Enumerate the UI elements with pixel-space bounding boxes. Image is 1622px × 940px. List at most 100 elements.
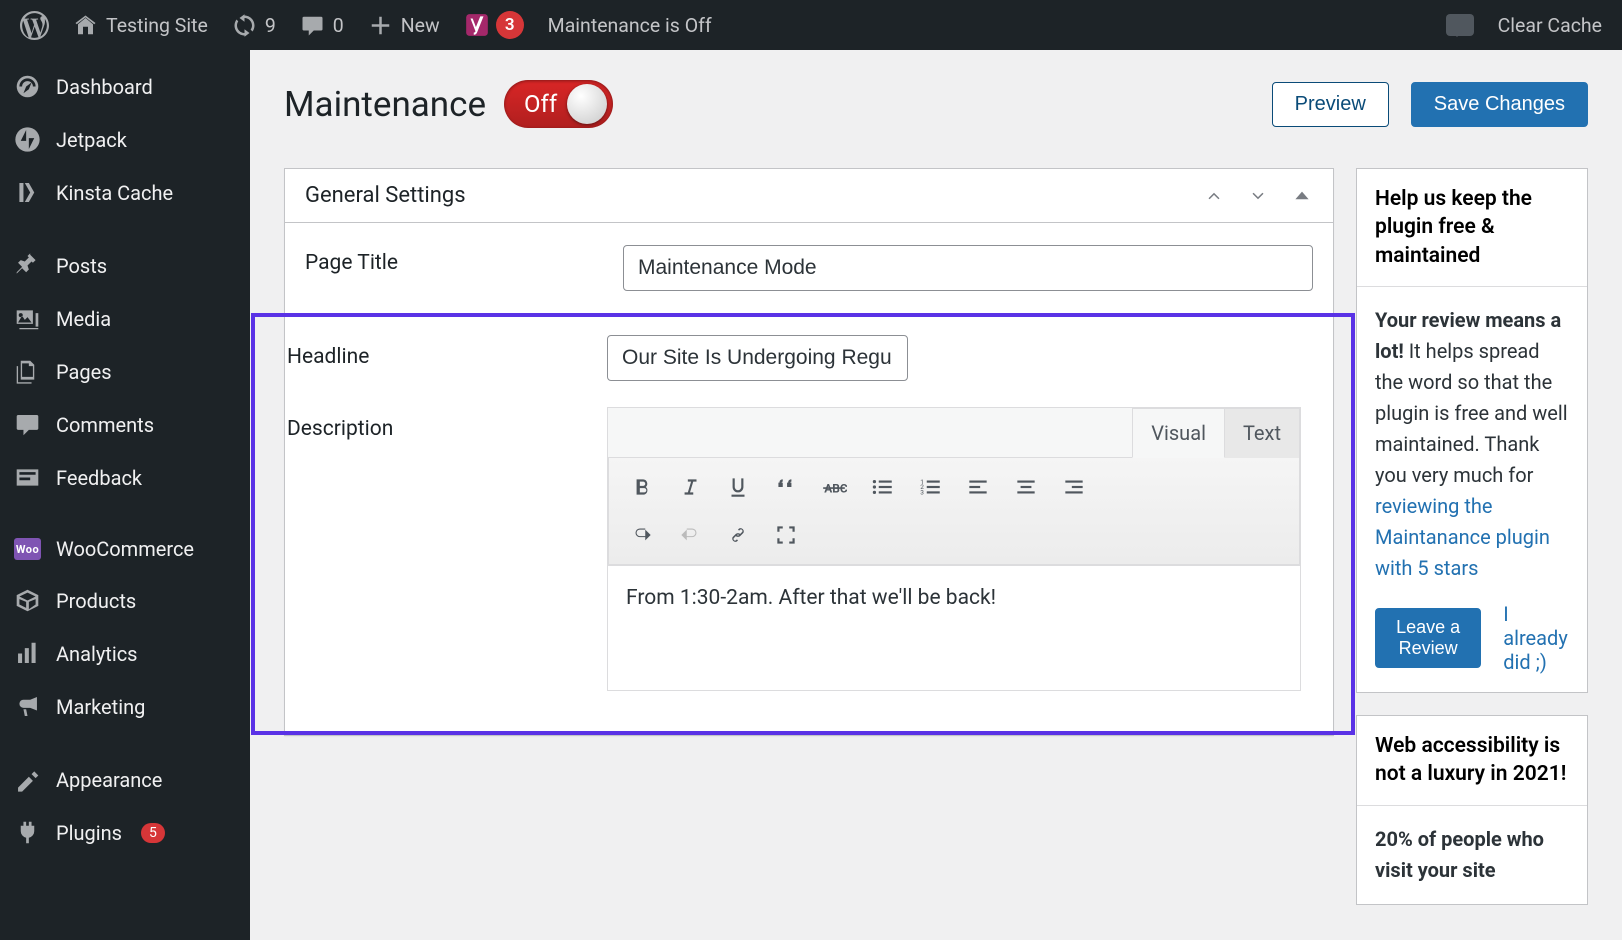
page-title-input[interactable]: [623, 245, 1313, 291]
sidebar-item-label: Products: [56, 589, 136, 613]
yoast-notifications-count: 3: [496, 11, 524, 39]
tab-text[interactable]: Text: [1224, 408, 1300, 458]
bold-button[interactable]: [619, 466, 665, 508]
wordpress-icon: [20, 11, 49, 40]
save-changes-button[interactable]: Save Changes: [1411, 82, 1588, 127]
yoast-menu[interactable]: 3: [452, 0, 536, 50]
sidebar-item-label: Jetpack: [56, 128, 127, 152]
comments-count: 0: [333, 14, 344, 37]
sidebar-item-plugins[interactable]: Plugins 5: [0, 806, 250, 859]
site-name: Testing Site: [106, 14, 208, 37]
pages-icon: [14, 358, 41, 385]
headline-label: Headline: [287, 335, 607, 369]
comments-menu[interactable]: 0: [288, 0, 356, 50]
general-settings-panel: General Settings Page Title: [284, 168, 1334, 736]
plus-icon: [368, 13, 393, 38]
sidebar-item-feedback[interactable]: Feedback: [0, 451, 250, 504]
comment-icon: [300, 13, 325, 38]
numbered-list-button[interactable]: 123: [907, 466, 953, 508]
editor-tabs: Visual Text: [608, 408, 1300, 458]
woo-icon: Woo: [14, 538, 41, 560]
editor-content[interactable]: From 1:30-2am. After that we'll be back!: [608, 565, 1300, 690]
redo-button[interactable]: [667, 514, 713, 556]
sidebar-item-marketing[interactable]: Marketing: [0, 680, 250, 733]
sidebar-item-label: Kinsta Cache: [56, 181, 173, 205]
page-title: Maintenance: [284, 84, 486, 125]
notifications-icon-menu[interactable]: [1434, 0, 1486, 50]
sidebar-item-analytics[interactable]: Analytics: [0, 627, 250, 680]
maintenance-status-text: Maintenance is Off: [548, 14, 712, 37]
highlighted-section: Headline Description Visual: [251, 313, 1355, 735]
sidebar-item-pages[interactable]: Pages: [0, 345, 250, 398]
already-reviewed-link[interactable]: I already did ;): [1503, 602, 1569, 674]
sidebar-item-appearance[interactable]: Appearance: [0, 753, 250, 806]
preview-button[interactable]: Preview: [1272, 82, 1389, 127]
comments-icon: [14, 411, 41, 438]
collapse-icon[interactable]: [1291, 185, 1313, 207]
fullscreen-button[interactable]: [763, 514, 809, 556]
accessibility-sidebox: Web accessibility is not a luxury in 202…: [1356, 715, 1588, 905]
analytics-icon: [14, 640, 41, 667]
chevron-down-icon[interactable]: [1247, 185, 1269, 207]
headline-row: Headline: [287, 335, 1333, 381]
media-icon: [14, 305, 41, 332]
description-row: Description Visual Text: [287, 407, 1333, 691]
sidebar-item-woocommerce[interactable]: Woo WooCommerce: [0, 524, 250, 574]
sidebar-item-kinsta-cache[interactable]: Kinsta Cache: [0, 166, 250, 219]
sidebar-item-label: Appearance: [56, 768, 162, 792]
maintenance-toggle[interactable]: Off: [504, 80, 613, 128]
sidebox-title: Web accessibility is not a luxury in 202…: [1357, 716, 1587, 806]
sidebar-item-label: Feedback: [56, 466, 142, 490]
maintenance-status-item[interactable]: Maintenance is Off: [536, 0, 724, 50]
wp-logo-menu[interactable]: [8, 0, 61, 50]
review-sidebox: Help us keep the plugin free & maintaine…: [1356, 168, 1588, 693]
sidebar-item-products[interactable]: Products: [0, 574, 250, 627]
underline-button[interactable]: [715, 466, 761, 508]
align-right-button[interactable]: [1051, 466, 1097, 508]
page-title-row: Page Title: [285, 223, 1333, 313]
panel-header[interactable]: General Settings: [285, 169, 1333, 223]
italic-button[interactable]: [667, 466, 713, 508]
tab-visual[interactable]: Visual: [1132, 408, 1225, 458]
blockquote-button[interactable]: [763, 466, 809, 508]
megaphone-icon: [14, 693, 41, 720]
wysiwyg-editor: Visual Text ABC: [607, 407, 1301, 691]
description-label: Description: [287, 407, 607, 441]
clear-cache-label: Clear Cache: [1498, 14, 1602, 37]
sidebar-item-label: Dashboard: [56, 75, 153, 99]
bullet-list-button[interactable]: [859, 466, 905, 508]
sidebar-item-label: Pages: [56, 360, 112, 384]
new-content-menu[interactable]: New: [356, 0, 452, 50]
sidebar-item-posts[interactable]: Posts: [0, 239, 250, 292]
editor-toolbar: ABC 123: [608, 457, 1300, 565]
sidebar-item-label: Media: [56, 307, 111, 331]
clear-cache-menu[interactable]: Clear Cache: [1486, 0, 1614, 50]
chevron-up-icon[interactable]: [1203, 185, 1225, 207]
sidebar-item-comments[interactable]: Comments: [0, 398, 250, 451]
undo-button[interactable]: [619, 514, 665, 556]
sidebar-item-dashboard[interactable]: Dashboard: [0, 60, 250, 113]
review-link[interactable]: reviewing the Maintanance plugin with 5 …: [1375, 494, 1550, 580]
sidebar-item-label: Posts: [56, 254, 107, 278]
sidebar-item-jetpack[interactable]: Jetpack: [0, 113, 250, 166]
site-name-menu[interactable]: Testing Site: [61, 0, 220, 50]
page-title-label: Page Title: [305, 245, 623, 275]
updates-menu[interactable]: 9: [220, 0, 288, 50]
sidebar-item-media[interactable]: Media: [0, 292, 250, 345]
leave-review-button[interactable]: Leave a Review: [1375, 608, 1481, 668]
content-area: Maintenance Off Preview Save Changes Gen…: [250, 50, 1622, 940]
toggle-knob: [567, 84, 607, 124]
sidebar-item-label: Marketing: [56, 695, 145, 719]
align-center-button[interactable]: [1003, 466, 1049, 508]
plugins-update-count: 5: [141, 823, 165, 843]
strikethrough-button[interactable]: ABC: [811, 466, 857, 508]
speech-bubble-icon: [1446, 14, 1474, 36]
headline-input[interactable]: [607, 335, 908, 381]
panel-title: General Settings: [305, 183, 466, 208]
align-left-button[interactable]: [955, 466, 1001, 508]
sidebar-item-label: Plugins: [56, 821, 122, 845]
link-button[interactable]: [715, 514, 761, 556]
home-icon: [73, 13, 98, 38]
svg-text:3: 3: [920, 489, 924, 497]
yoast-icon: [464, 12, 490, 38]
